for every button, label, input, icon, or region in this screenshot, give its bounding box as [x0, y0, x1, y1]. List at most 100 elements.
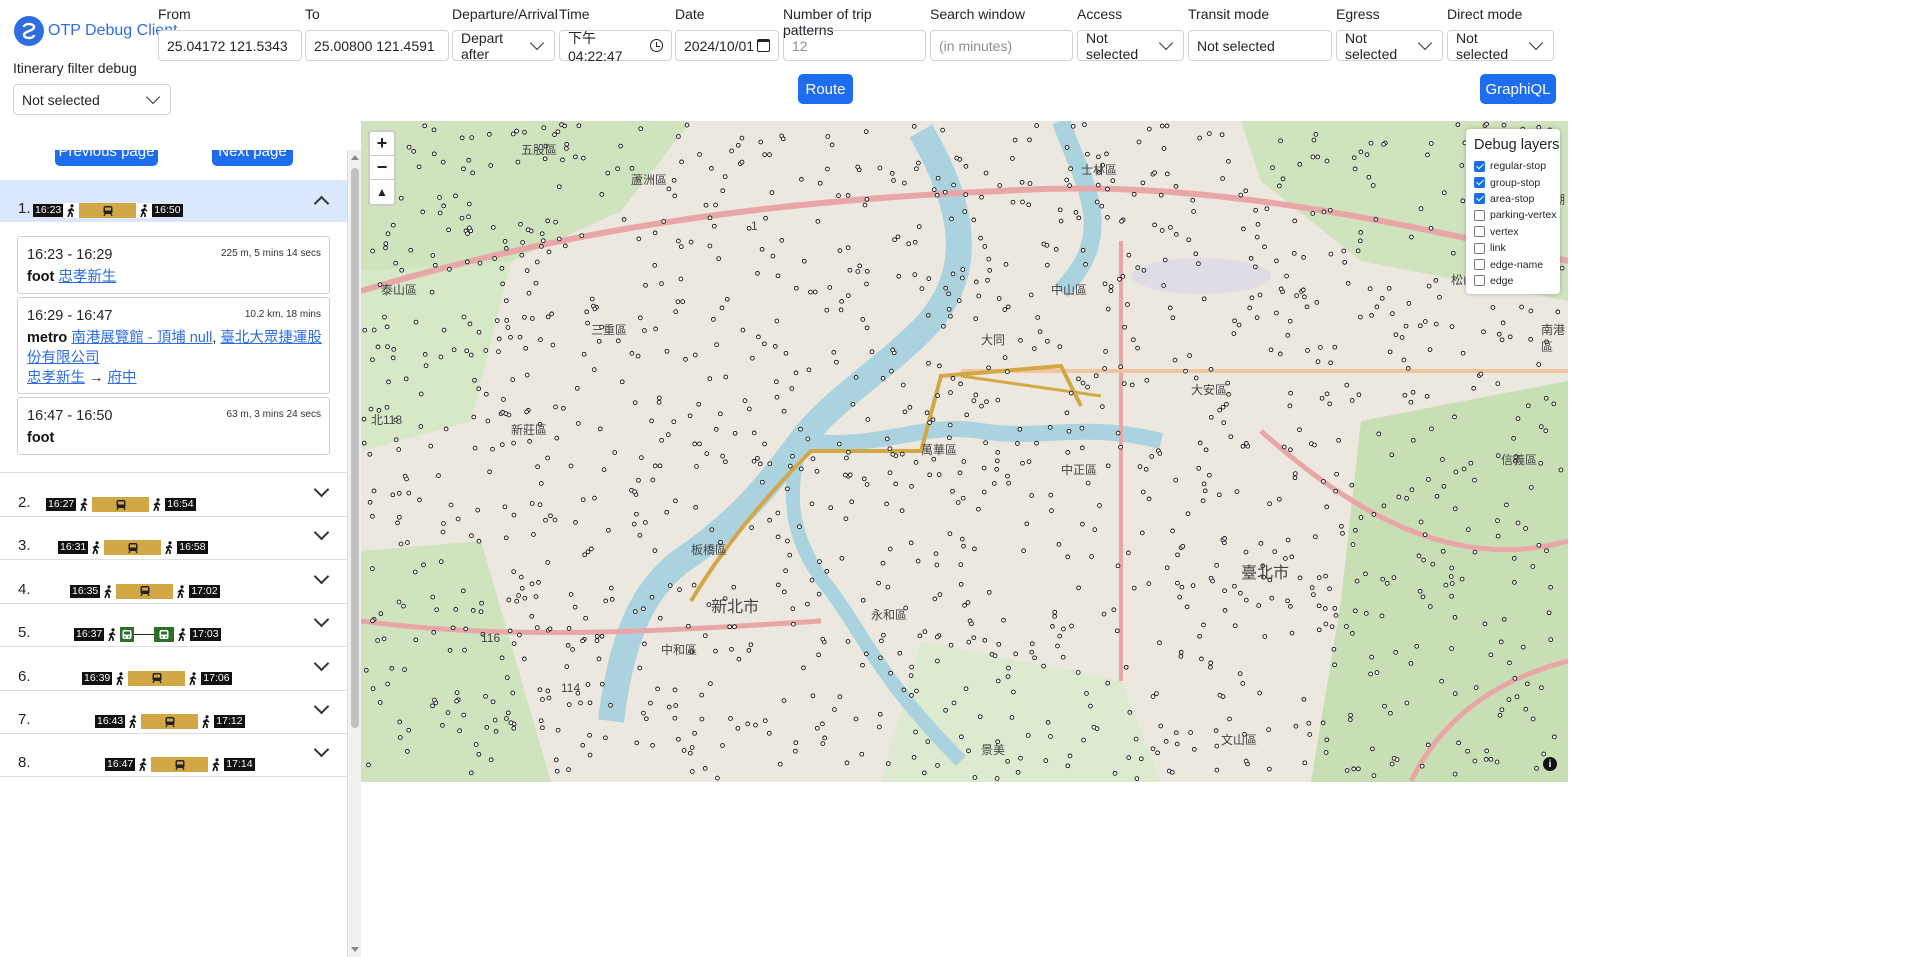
leg-route-link[interactable]: 南港展覽館 - 頂埔 null [71, 330, 212, 346]
map-place-label: 景美 [981, 743, 1006, 757]
layer-vertex[interactable]: vertex [1474, 224, 1560, 240]
map-place-label: 中和區 [661, 643, 698, 657]
itinerary-sidebar: Previous page Next page 1. 16:23 16:50 1… [0, 150, 347, 957]
route-button[interactable]: Route [798, 74, 853, 104]
access-label: Access [1077, 6, 1123, 22]
chevron-down-icon [145, 89, 161, 105]
layer-edge[interactable]: edge [1474, 273, 1560, 289]
layer-checkbox[interactable] [1474, 242, 1485, 254]
metro-icon [92, 497, 150, 512]
layer-checkbox[interactable] [1474, 160, 1485, 172]
itinerary-header[interactable]: 8. 16:47 17:14 [0, 733, 347, 776]
from-input[interactable]: 25.04172 121.5343 [158, 30, 302, 61]
calendar-icon[interactable] [757, 39, 770, 52]
egress-select[interactable]: Not selected [1336, 30, 1443, 62]
leg-time: 16:47 - 16:50 [27, 408, 113, 424]
itinerary-header[interactable]: 2. 16:27 16:54 [0, 473, 347, 516]
layer-checkbox[interactable] [1474, 226, 1485, 238]
walk-icon [100, 583, 117, 599]
itinerary-item-7[interactable]: 7. 16:43 17:12 [0, 690, 347, 734]
zoom-in-button[interactable]: + [370, 132, 394, 156]
itinerary-item-1: 1. 16:23 16:50 16:23 - 16:29 225 m, 5 mi… [0, 180, 347, 473]
sidebar-scrollbar[interactable] [347, 150, 361, 957]
next-page-button[interactable]: Next page [212, 150, 293, 166]
layer-group-stop[interactable]: group-stop [1474, 174, 1560, 190]
chevron-down-icon[interactable] [313, 525, 330, 541]
chevron-down-icon[interactable] [313, 481, 330, 498]
itinerary-filter-label: Itinerary filter debug [13, 60, 137, 76]
itinerary-header[interactable]: 1. 16:23 16:50 [0, 180, 347, 222]
walk-icon [173, 583, 190, 599]
walk-icon [125, 714, 142, 729]
layer-checkbox[interactable] [1474, 177, 1485, 189]
chevron-down-icon[interactable] [313, 742, 330, 758]
scroll-up-arrow-icon[interactable] [351, 155, 359, 160]
leg-2: 16:29 - 16:47 10.2 km, 18 mins metro 南港展… [17, 297, 330, 394]
layer-regular-stop[interactable]: regular-stop [1474, 158, 1560, 174]
itinerary-filter-select[interactable]: Not selected [13, 84, 171, 115]
leg-description: metro 南港展覽館 - 頂埔 null, 臺北大眾捷運股份有限公司 忠孝新生… [27, 328, 325, 388]
departure-arrival-select[interactable]: Depart after [452, 30, 555, 62]
chevron-down-icon[interactable] [313, 611, 330, 628]
egress-label: Egress [1336, 6, 1380, 22]
chevron-up-icon[interactable] [313, 195, 330, 212]
date-input[interactable]: 2024/10/01 [675, 30, 779, 61]
app-logo[interactable]: OTP Debug Client [14, 16, 178, 46]
info-icon[interactable]: i [1543, 757, 1557, 771]
layer-parking-vertex[interactable]: parking-vertex [1474, 207, 1560, 223]
start-time: 16:23 [33, 204, 64, 217]
access-select[interactable]: Not selected [1077, 30, 1184, 62]
layer-edge-name[interactable]: edge-name [1474, 256, 1560, 272]
chevron-down-icon[interactable] [313, 698, 330, 715]
itinerary-item-2[interactable]: 2. 16:27 16:54 [0, 473, 347, 517]
itinerary-header[interactable]: 4. 16:35 17:02 [0, 560, 347, 603]
leg-1: 16:23 - 16:29 225 m, 5 mins 14 secs foot… [17, 236, 330, 294]
departure-arrival-field: Departure/Arrival Depart after [452, 6, 558, 62]
time-value: 下午 04:22:47 [568, 29, 623, 64]
layer-checkbox[interactable] [1474, 209, 1485, 221]
to-input[interactable]: 25.00800 121.4591 [305, 30, 449, 61]
time-label: Time [559, 6, 590, 22]
graphiql-button[interactable]: GraphiQL [1480, 74, 1556, 104]
layer-area-stop[interactable]: area-stop [1474, 191, 1560, 207]
itinerary-item-3[interactable]: 3. 16:31 16:58 [0, 516, 347, 561]
chevron-down-icon[interactable] [313, 655, 330, 671]
layer-checkbox[interactable] [1474, 259, 1485, 271]
leg-description: foot 忠孝新生 [27, 267, 325, 287]
itinerary-filter-value: Not selected [22, 91, 100, 108]
metro-icon [116, 583, 174, 599]
start-time: 16:43 [95, 715, 126, 728]
chevron-down-icon[interactable] [313, 568, 330, 585]
itinerary-header[interactable]: 5. 16:37 17:03 [0, 603, 347, 646]
itinerary-header[interactable]: 3. 16:31 16:58 [0, 516, 347, 559]
end-time: 17:03 [190, 628, 221, 642]
end-time: 17:12 [214, 715, 245, 728]
map-place-label: 大安區 [1191, 383, 1228, 397]
compass-button[interactable]: ▲ [370, 180, 394, 204]
zoom-out-button[interactable]: − [370, 156, 394, 180]
layer-label: group-stop [1490, 176, 1541, 189]
map-canvas[interactable]: 臺北市新北市大同中山區松山區信義區大安區中正區萬華區三重區新莊區板橋區永和區中和… [361, 121, 1568, 782]
clock-icon[interactable] [650, 39, 663, 52]
transit-mode-select[interactable]: Not selected [1188, 30, 1332, 61]
direct-mode-select[interactable]: Not selected [1447, 30, 1554, 62]
itinerary-header[interactable]: 7. 16:43 17:12 [0, 690, 347, 733]
leg-place-link[interactable]: 忠孝新生 [58, 269, 116, 285]
itinerary-item-4[interactable]: 4. 16:35 17:02 [0, 560, 347, 604]
layer-checkbox[interactable] [1474, 193, 1485, 205]
itinerary-item-6[interactable]: 6. 16:39 17:06 [0, 647, 347, 691]
leg-to-link[interactable]: 府中 [108, 370, 137, 386]
search-window-input[interactable]: (in minutes) [930, 30, 1073, 61]
time-input[interactable]: 下午 04:22:47 [559, 29, 672, 64]
scrollbar-thumb[interactable] [351, 168, 359, 728]
layer-checkbox[interactable] [1474, 275, 1485, 287]
itinerary-header[interactable]: 6. 16:39 17:06 [0, 647, 347, 690]
leg-from-link[interactable]: 忠孝新生 [27, 370, 85, 386]
previous-page-button[interactable]: Previous page [55, 150, 158, 166]
layer-label: parking-vertex [1490, 209, 1557, 222]
leg-mode: foot [27, 269, 55, 285]
layer-link[interactable]: link [1474, 240, 1560, 256]
itinerary-item-8[interactable]: 8. 16:47 17:14 [0, 733, 347, 778]
itinerary-item-5[interactable]: 5. 16:37 17:03 [0, 603, 347, 648]
scroll-down-arrow-icon[interactable] [351, 947, 359, 952]
